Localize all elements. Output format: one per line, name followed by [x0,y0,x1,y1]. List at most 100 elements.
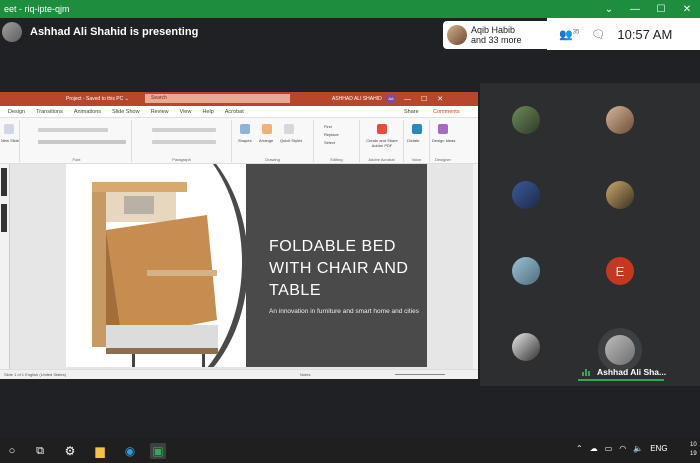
font-name-box[interactable] [38,128,108,132]
menu-help[interactable]: Help [202,109,213,115]
speaking-avatar-ring[interactable] [598,328,642,372]
quick-styles-label: Quick Styles [280,138,303,143]
avatar[interactable] [512,106,540,134]
chat-icon[interactable]: 🗨 [591,28,605,41]
ppt-menu-bar: Design Transitions Animations Slide Show… [0,106,478,118]
arrange-icon[interactable] [262,124,272,134]
ppt-search-box[interactable]: Search [145,94,290,103]
menu-acrobat[interactable]: Acrobat [225,109,244,115]
ribbon-group-label: Adobe Acrobat [368,157,395,162]
ribbon-group-voice: Dictate Voice [404,120,430,162]
meet-app-icon[interactable]: ▣ [150,443,166,459]
notes-button[interactable]: Notes [300,372,310,377]
adobe-pdf-icon[interactable] [377,124,387,134]
presenting-label: Ashhad Ali Shahid is presenting [30,26,199,38]
ribbon-group-editing: Find Replace Select Editing [314,120,360,162]
dictate-icon[interactable] [412,124,422,134]
avatar[interactable] [606,181,634,209]
volume-icon[interactable]: 🔈 [633,444,643,453]
people-count: 35 [572,28,580,35]
avatar [605,335,635,365]
close-icon[interactable]: ✕ [674,4,700,15]
wifi-icon[interactable]: ◠ [619,444,626,453]
ribbon-group-slides: New Slide [0,120,20,162]
avatar [2,22,22,42]
ppt-document-title[interactable]: Project - Saved to this PC ⌄ [66,96,129,102]
self-name: Ashhad Ali Sha... [597,367,667,377]
slide-thumbnails [0,164,10,369]
browser-title-bar: eet - riq-ipte-qjm ⌄ — ☐ ✕ [0,0,700,18]
ppt-window-controls[interactable]: —☐✕ [404,95,453,103]
menu-view[interactable]: View [180,109,192,115]
avatar[interactable] [606,106,634,134]
paragraph-list-row[interactable] [152,128,216,132]
ppt-editor-body: FOLDABLE BED WITH CHAIR AND TABLE An inn… [0,164,478,369]
battery-icon[interactable]: ▭ [605,444,613,453]
chevron-down-icon[interactable]: ⌄ [596,4,622,15]
minimize-icon[interactable]: — [622,4,648,15]
menu-review[interactable]: Review [151,109,169,115]
shapes-icon[interactable] [240,124,250,134]
self-highlight-bar [578,379,664,381]
avatar[interactable] [512,257,540,285]
ribbon-group-adobe: Create and Share Adobe PDF Adobe Acrobat [360,120,404,162]
avatar[interactable] [512,181,540,209]
search-icon[interactable]: ○ [4,443,20,459]
quick-styles-icon[interactable] [284,124,294,134]
share-button[interactable]: Share [404,109,419,115]
system-tray: ⌃ ☁ ▭ ◠ 🔈 ENG [576,444,668,453]
menu-slide-show[interactable]: Slide Show [112,109,140,115]
slide-thumbnail[interactable] [1,204,7,232]
chevron-up-icon[interactable]: ⌃ [576,444,583,453]
design-ideas-icon[interactable] [438,124,448,134]
shapes-label: Shapes [238,138,252,143]
self-tile-label: Ashhad Ali Sha... [582,367,666,377]
slide-canvas[interactable]: FOLDABLE BED WITH CHAIR AND TABLE An inn… [66,164,427,367]
participant-name: Aqib Habib [471,25,516,35]
meet-header-actions: 👥35 🗨 10:57 AM [547,18,700,50]
participant-more: and 33 more [471,35,522,45]
ribbon-group-label: Paragraph [172,157,191,162]
ribbon-group-drawing: Shapes Arrange Quick Styles Drawing [232,120,314,162]
settings-icon[interactable]: ⚙ [62,443,78,459]
font-format-row[interactable] [38,140,126,144]
zoom-slider[interactable] [395,374,445,375]
taskbar-clock-time: 10 [690,442,697,448]
menu-transitions[interactable]: Transitions [36,109,63,115]
menu-animations[interactable]: Animations [74,109,101,115]
select-button[interactable]: Select [324,140,335,145]
avatar[interactable] [512,333,540,361]
paragraph-align-row[interactable] [152,140,216,144]
shared-screen: Project - Saved to this PC ⌄ Search ASHH… [0,92,478,379]
ppt-user-name: ASHHAD ALI SHAHID [332,96,382,102]
cloud-icon[interactable]: ☁ [590,444,598,453]
ribbon-group-label: Editing [330,157,343,162]
participants-chip[interactable]: Aqib Habib and 33 more [443,21,547,49]
vertical-scrollbar[interactable] [473,164,478,369]
people-icon[interactable]: 👥35 [559,28,579,41]
find-button[interactable]: Find [324,124,332,129]
presenter-info: Ashhad Ali Shahid is presenting [2,22,198,42]
new-slide-label: New Slide [1,138,20,143]
language-indicator[interactable]: ENG [650,444,667,453]
replace-button[interactable]: Replace [324,132,339,137]
avatar [447,25,467,45]
meet-header: Ashhad Ali Shahid is presenting Aqib Hab… [0,18,700,50]
slide-thumbnail[interactable] [1,168,7,196]
audio-level-icon [582,368,591,376]
ppt-status-bar: Slide 1 of 1 English (United States) Not… [0,369,478,379]
ppt-user-avatar[interactable]: AA [386,94,396,104]
new-slide-icon[interactable] [4,124,14,134]
menu-design[interactable]: Design [8,109,25,115]
browser-tab-title[interactable]: eet - riq-ipte-qjm [0,4,70,14]
comments-button[interactable]: Comments [433,109,460,115]
windows-taskbar: ○ ⧉ ⚙ ▆ ◉ ▣ ⌃ ☁ ▭ ◠ 🔈 ENG 10 19 [0,438,700,463]
maximize-icon[interactable]: ☐ [648,4,674,15]
letter-avatar[interactable]: E [606,257,634,285]
task-view-icon[interactable]: ⧉ [32,443,48,459]
ribbon-group-paragraph: Paragraph [132,120,232,162]
edge-icon[interactable]: ◉ [122,443,138,459]
taskbar-clock[interactable]: 10 19 [690,441,697,459]
participants-text: Aqib Habib and 33 more [471,25,522,45]
file-explorer-icon[interactable]: ▆ [92,443,108,459]
